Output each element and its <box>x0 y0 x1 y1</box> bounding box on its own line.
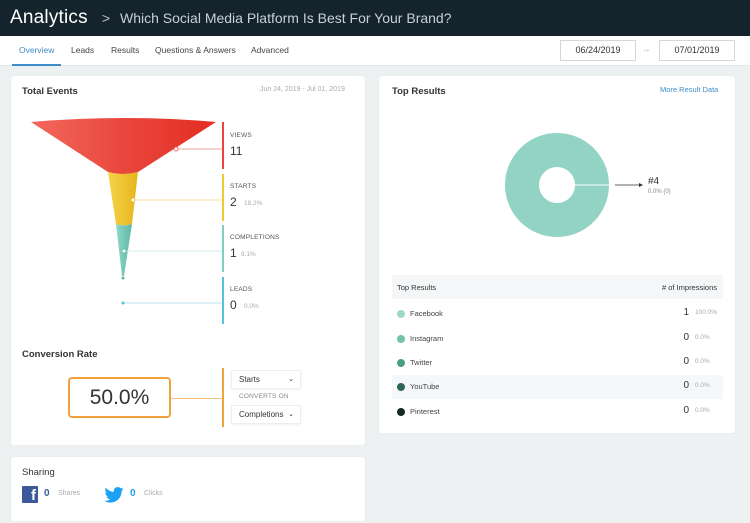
stat-completions: COMPLETIONS 1 9.1% <box>222 225 342 272</box>
chevron-down-icon: ⌄ <box>288 376 294 383</box>
funnel-tip <box>121 276 125 280</box>
views-value: 11 <box>230 144 243 158</box>
stat-starts: STARTS 2 18.2% <box>222 174 342 221</box>
completions-marker <box>121 248 127 254</box>
starts-bar <box>222 174 224 221</box>
conversion-to-value: Completions <box>239 410 284 419</box>
stat-views: VIEWS 11 <box>222 122 342 169</box>
results-table-header: Top Results # of Impressions <box>392 275 723 299</box>
starts-percent: 18.2% <box>244 200 263 207</box>
funnel-views-segment <box>31 118 216 174</box>
table-header-results: Top Results <box>397 283 437 292</box>
leads-percent: 0.0% <box>244 303 259 310</box>
result-percent: 0.0% <box>695 407 710 414</box>
views-bar <box>222 122 224 169</box>
completions-label: COMPLETIONS <box>230 234 280 241</box>
top-results-title: Top Results <box>392 86 446 97</box>
conversion-from-value: Starts <box>239 375 260 384</box>
facebook-share-label: Shares <box>58 490 81 497</box>
legend-dot <box>397 383 405 391</box>
callout-arrow-icon <box>615 183 643 187</box>
conversion-divider <box>222 368 224 427</box>
legend-dot <box>397 310 405 318</box>
conversion-from-select[interactable]: Starts ⌄ <box>231 370 301 389</box>
completions-value: 1 <box>230 246 237 260</box>
sharing-card <box>11 457 365 521</box>
views-label: VIEWS <box>230 132 252 139</box>
sharing-title: Sharing <box>22 467 55 478</box>
legend-dot <box>397 359 405 367</box>
result-name: Twitter <box>410 358 433 367</box>
twitter-icon <box>104 487 124 503</box>
result-name: YouTube <box>410 382 440 391</box>
results-row-instagram[interactable]: Instagram 0 0.0% <box>392 327 723 351</box>
start-date-input[interactable]: 06/24/2019 <box>560 40 636 61</box>
results-donut-chart <box>505 133 609 237</box>
starts-marker <box>130 197 136 203</box>
conversion-rate-title: Conversion Rate <box>22 349 98 360</box>
legend-dot <box>397 335 405 343</box>
conversion-to-select[interactable]: Completions ⌄ <box>231 405 301 424</box>
completions-percent: 9.1% <box>241 251 256 258</box>
leads-bar <box>222 277 224 324</box>
converts-on-label: CONVERTS ON <box>239 393 289 400</box>
results-row-facebook[interactable]: Facebook 1 100.0% <box>392 302 723 326</box>
chevron-down-icon: ⌄ <box>288 411 294 418</box>
starts-label: STARTS <box>230 183 257 190</box>
result-count: 0 <box>683 380 689 391</box>
conversion-rate-value: 50.0% <box>68 377 171 418</box>
result-name: Pinterest <box>410 407 440 416</box>
end-date-input[interactable]: 07/01/2019 <box>659 40 735 61</box>
result-count: 0 <box>683 332 689 343</box>
result-name: Instagram <box>410 334 444 343</box>
stat-leads: LEADS 0 0.0% <box>222 277 342 324</box>
facebook-share-count: 0 <box>44 488 50 499</box>
completions-bar <box>222 225 224 272</box>
leads-label: LEADS <box>230 286 253 293</box>
views-marker <box>173 146 179 152</box>
results-row-youtube[interactable]: YouTube 0 0.0% <box>392 375 723 399</box>
result-count: 1 <box>683 307 689 318</box>
result-name: Facebook <box>410 309 443 318</box>
result-percent: 0.0% <box>695 382 710 389</box>
facebook-icon: f <box>22 486 38 503</box>
results-row-twitter[interactable]: Twitter 0 0.0% <box>392 351 723 375</box>
twitter-click-label: Clicks <box>144 490 163 497</box>
result-percent: 100.0% <box>695 309 718 316</box>
result-percent: 0.0% <box>695 334 710 341</box>
more-result-data-link[interactable]: More Result Data <box>660 85 718 94</box>
result-percent: 0.0% <box>695 358 710 365</box>
donut-callout-title: #4 <box>648 176 660 187</box>
legend-dot <box>397 408 405 416</box>
results-row-pinterest[interactable]: Pinterest 0 0.0% <box>392 400 723 424</box>
leads-value: 0 <box>230 298 237 312</box>
starts-value: 2 <box>230 195 237 209</box>
result-count: 0 <box>683 405 689 416</box>
table-header-impressions: # of Impressions <box>661 283 717 292</box>
twitter-click-count: 0 <box>130 488 136 499</box>
donut-callout-sub: 0.0% (0) <box>648 189 671 195</box>
result-count: 0 <box>683 356 689 367</box>
leads-marker <box>121 301 125 305</box>
arrow-right-icon: → <box>641 44 651 55</box>
conversion-connector <box>171 398 223 399</box>
